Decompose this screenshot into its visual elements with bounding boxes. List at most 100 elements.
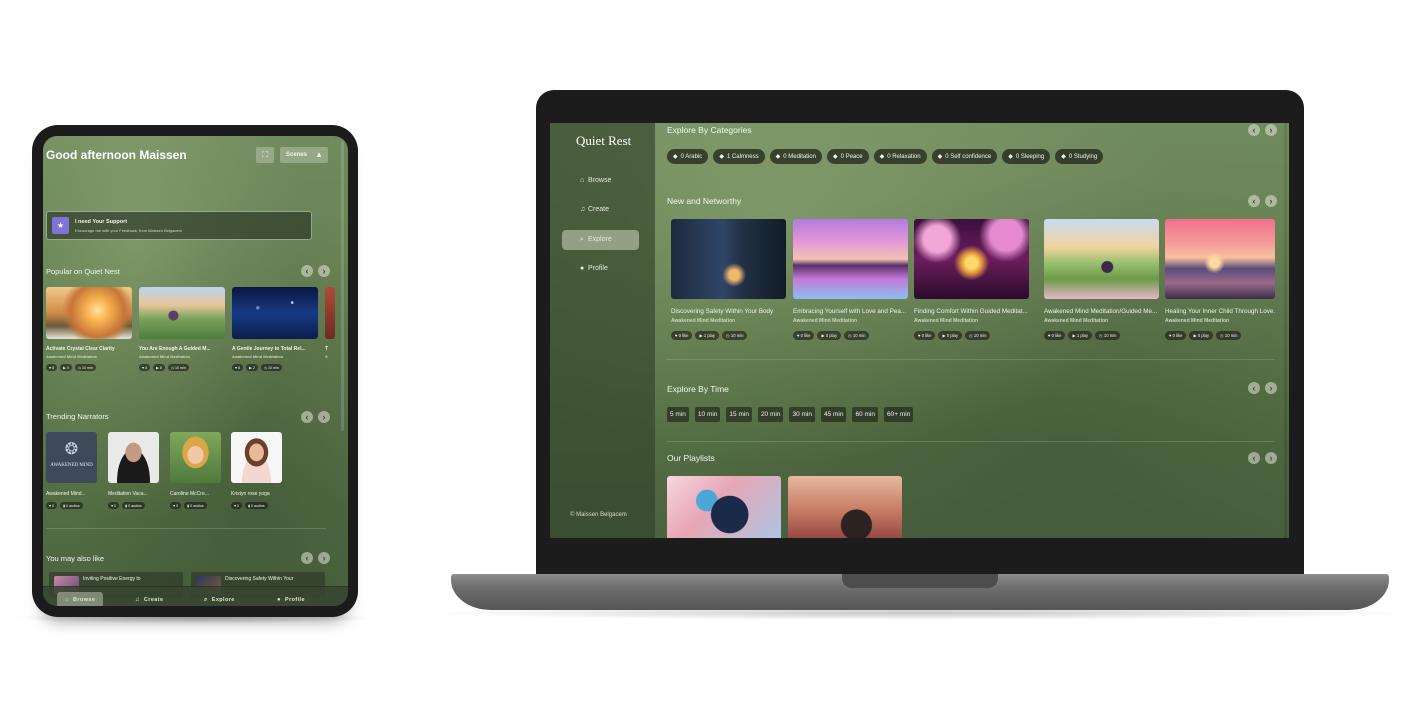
- time-chip[interactable]: 15 min: [726, 407, 752, 422]
- new-card[interactable]: Discovering Safety Within Your Body Awak…: [671, 219, 786, 340]
- play-icon: ▶: [699, 333, 703, 338]
- new-card[interactable]: Awakened Mind Meditation/Guided Me... Aw…: [1044, 219, 1159, 340]
- category-chips: ◆ 0 Arabic ◆ 1 Calmness ◆ 0 Meditation ◆ 0 P…: [667, 149, 1104, 164]
- likes-count: 8: [238, 365, 241, 370]
- chevron-left-icon[interactable]: ‹: [1248, 195, 1260, 207]
- tag-icon: ◆: [719, 154, 724, 160]
- chip-label: 0 Studying: [1068, 154, 1098, 160]
- new-card[interactable]: Finding Comfort Within Guided Meditat...…: [914, 219, 1029, 340]
- time-chip[interactable]: 10 min: [694, 407, 721, 422]
- chevron-right-icon[interactable]: ›: [1265, 195, 1277, 207]
- chevron-right-icon[interactable]: ›: [318, 552, 330, 564]
- chevron-right-icon[interactable]: ›: [1265, 124, 1277, 136]
- likes-stat: ♥ 0 like: [1044, 331, 1066, 340]
- category-chip[interactable]: ◆ 0 Self confidence: [931, 149, 998, 164]
- duration-stat: ◷ 10 min: [1095, 331, 1121, 340]
- heart-icon: ♥: [1048, 333, 1051, 338]
- expand-icon[interactable]: ⛶: [256, 147, 274, 163]
- popular-section-title: Popular on Quiet Nest: [46, 267, 120, 276]
- narrator-avatar: [108, 432, 159, 483]
- popular-card[interactable]: T S: [325, 287, 335, 359]
- card-narrator: Awakened Mind Meditation: [1044, 318, 1109, 324]
- chevron-right-icon[interactable]: ›: [318, 265, 330, 277]
- card-title: Embracing Yourself with Love and Pea...: [793, 308, 907, 315]
- category-chip[interactable]: ◆ 0 Meditation: [769, 149, 822, 164]
- sidebar-item-browse[interactable]: ⌂ Browse: [562, 171, 639, 191]
- laptop-notch: [842, 574, 998, 588]
- scrollbar[interactable]: [1284, 123, 1287, 538]
- chevron-right-icon[interactable]: ›: [318, 411, 330, 423]
- chevron-right-icon[interactable]: ›: [1265, 452, 1277, 464]
- new-card[interactable]: Healing Your Inner Child Through Love...…: [1165, 219, 1275, 340]
- tag-icon: ◆: [879, 154, 885, 160]
- time-chip[interactable]: 30 min: [789, 407, 815, 422]
- duration-stat: ◷ 10 min: [722, 331, 748, 340]
- sidebar-item-profile[interactable]: ● Profile: [562, 259, 639, 279]
- nav-profile[interactable]: ● Profile: [277, 592, 305, 606]
- categories-section-title: Explore By Categories: [667, 125, 752, 135]
- category-chip[interactable]: ◆ 0 Studying: [1055, 149, 1104, 164]
- image-icon: ▲: [315, 150, 323, 159]
- chevron-right-icon[interactable]: ›: [1265, 382, 1277, 394]
- support-banner[interactable]: ★ I need Your Support Encourage me with …: [46, 211, 312, 240]
- popular-card[interactable]: A Gentle Journey to Total Rel... Awakene…: [232, 287, 318, 371]
- heart-icon: ♥: [918, 333, 921, 338]
- narrator-card[interactable]: Caroline McCre... ♥ 0 ▮ 0 audios: [170, 432, 222, 509]
- sidebar-item-explore[interactable]: ⌕ Explore: [562, 230, 639, 250]
- playlist-thumbnail[interactable]: [667, 476, 781, 538]
- chevron-left-icon[interactable]: ‹: [301, 411, 313, 423]
- chip-label: 0 Sleeping: [1015, 154, 1045, 160]
- chevron-left-icon[interactable]: ‹: [1248, 124, 1260, 136]
- time-chip[interactable]: 20 min: [757, 407, 784, 422]
- sidebar-item-create[interactable]: ♫ Create: [562, 200, 639, 220]
- sidebar-item-label: Create: [588, 206, 610, 213]
- scenes-button[interactable]: Scenes ▲: [280, 147, 328, 163]
- likes-count: 8: [145, 365, 148, 370]
- narrator-name: Caroline McCre...: [170, 491, 209, 497]
- scenes-label: Scenes: [286, 152, 308, 158]
- nav-label: Profile: [285, 597, 305, 603]
- chevron-left-icon[interactable]: ‹: [301, 552, 313, 564]
- star-icon: ★: [52, 217, 69, 234]
- time-chip[interactable]: 5 min: [667, 407, 689, 422]
- time-chip[interactable]: 60 min: [852, 407, 878, 422]
- category-chip[interactable]: ◆ 1 Calmness: [713, 149, 765, 164]
- narrator-card[interactable]: Kristyn rose yoga ♥ 0 ▮ 0 audios: [231, 432, 283, 509]
- popular-card[interactable]: You Are Enough A Guided M... Awakened Mi…: [139, 287, 225, 371]
- chevron-left-icon[interactable]: ‹: [1248, 382, 1260, 394]
- chevron-left-icon[interactable]: ‹: [301, 265, 313, 277]
- new-arrows: ‹ ›: [1248, 195, 1277, 207]
- category-chip[interactable]: ◆ 0 Arabic: [667, 149, 709, 164]
- chip-label: 1 Calmness: [726, 154, 759, 160]
- new-card[interactable]: Embracing Yourself with Love and Pea... …: [793, 219, 908, 340]
- playlists-section-title: Our Playlists: [667, 453, 715, 463]
- popular-card[interactable]: Activate Crystal Clear Clarity Awakened …: [46, 287, 132, 371]
- duration-value: 10 min: [730, 333, 744, 338]
- sidebar-item-label: Profile: [588, 265, 608, 272]
- narrator-card[interactable]: ❂ AWAKENED MIND Awakened Mind... ♥ 0 ▮ 0…: [46, 432, 98, 509]
- play-icon: ▶: [1072, 333, 1076, 338]
- chevron-left-icon[interactable]: ‹: [1248, 452, 1260, 464]
- nav-explore[interactable]: ⌕ Explore: [204, 592, 235, 606]
- clock-icon: ◷: [263, 365, 268, 370]
- nav-create[interactable]: ♫ Create: [135, 592, 163, 606]
- likes-count: 0 like: [1172, 333, 1183, 338]
- scrollbar[interactable]: [341, 141, 344, 431]
- category-chip[interactable]: ◆ 0 Relaxation: [873, 149, 927, 164]
- time-chip[interactable]: 60+ min: [884, 407, 914, 422]
- narrator-logo-text: AWAKENED MIND: [50, 463, 93, 468]
- likes-count: 0: [237, 503, 240, 508]
- playlist-thumbnail[interactable]: [788, 476, 902, 538]
- time-chip[interactable]: 45 min: [820, 407, 847, 422]
- play-icon: ▶: [821, 333, 825, 338]
- heart-icon: ♥: [675, 333, 678, 338]
- plays-stat: ▶ 0 play: [817, 331, 842, 340]
- narrator-card[interactable]: Meditation Vaca... ♥ 0 ▮ 0 audios: [108, 432, 160, 509]
- duration-value: 10 min: [1224, 333, 1238, 338]
- likes-stat: ♥ 0: [46, 502, 58, 509]
- plays-stat: ▶ 1 play: [1068, 331, 1093, 340]
- category-chip[interactable]: ◆ 0 Sleeping: [1002, 149, 1051, 164]
- category-chip[interactable]: ◆ 0 Peace: [826, 149, 869, 164]
- duration-stat: ◷ 10 min: [1216, 331, 1242, 340]
- nav-browse[interactable]: ⌂ Browse: [57, 592, 104, 606]
